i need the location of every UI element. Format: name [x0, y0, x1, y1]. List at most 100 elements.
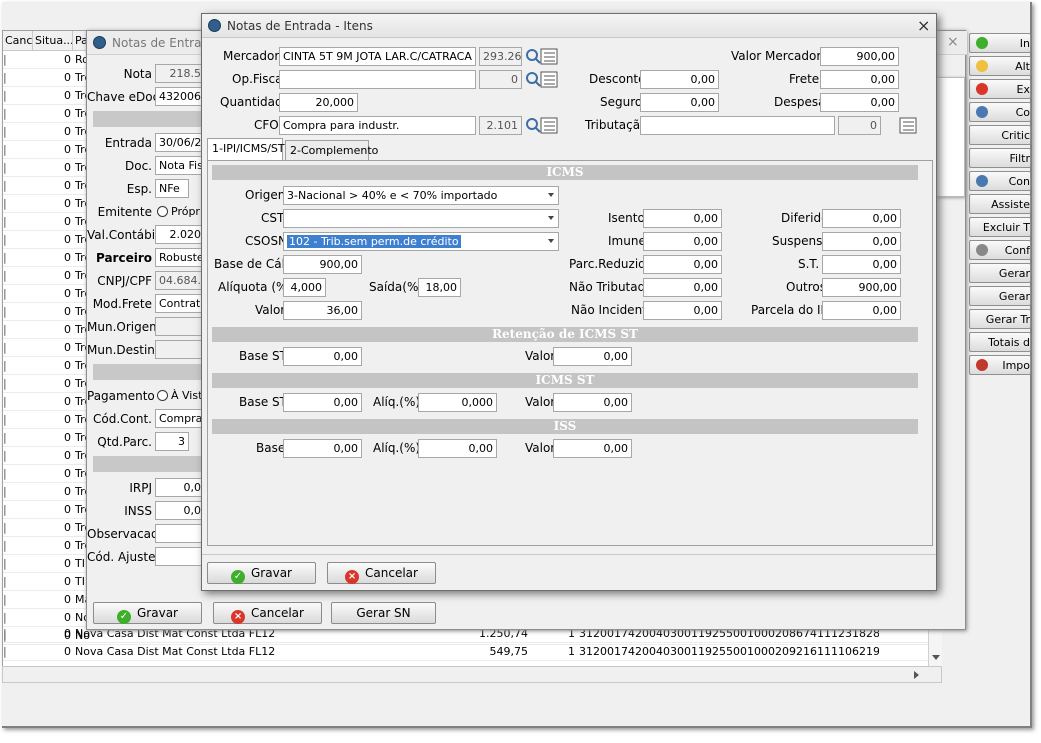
- qtd-parc-field[interactable]: 3: [155, 432, 189, 451]
- mod-frete-field[interactable]: Contrata: [155, 294, 205, 313]
- tributacao-field[interactable]: [640, 116, 835, 135]
- quantidade-field[interactable]: 20,000: [279, 93, 358, 112]
- dialog-cancelar-button[interactable]: × Cancelar: [327, 562, 436, 584]
- gerar-sn-button[interactable]: Gerar SN: [331, 602, 436, 624]
- st-base-st-field[interactable]: 0,00: [283, 393, 362, 412]
- tributacao-code-field[interactable]: 0: [838, 116, 881, 135]
- side-button-9[interactable]: Conf: [969, 240, 1031, 260]
- ret-valor-field[interactable]: 0,00: [553, 347, 632, 366]
- frete-field[interactable]: 0,00: [820, 70, 899, 89]
- isento-field[interactable]: 0,00: [643, 209, 722, 228]
- scroll-down-icon[interactable]: [932, 655, 940, 660]
- aliquota-field[interactable]: 4,000: [283, 278, 326, 297]
- cod-ajuste-field[interactable]: [155, 547, 205, 566]
- parcela-ipi-field[interactable]: 0,00: [822, 301, 901, 320]
- despesa-field[interactable]: 0,00: [820, 93, 899, 112]
- gravar-button[interactable]: ✓ Gravar: [93, 602, 202, 624]
- base-calc-field[interactable]: 900,00: [283, 255, 362, 274]
- close-icon[interactable]: ×: [917, 16, 930, 35]
- seguro-field[interactable]: 0,00: [640, 93, 719, 112]
- side-button-4[interactable]: Critic: [969, 125, 1031, 145]
- scroll-right-icon[interactable]: [914, 671, 919, 679]
- imune-field[interactable]: 0,00: [643, 232, 722, 251]
- ret-base-st-field[interactable]: 0,00: [283, 347, 362, 366]
- canc-cell: |: [3, 359, 7, 372]
- parceiro-cell: Nova Casa Dist Mat Const Ltda FL12: [75, 645, 276, 658]
- cancelar-button[interactable]: × Cancelar: [213, 602, 322, 624]
- side-button-13[interactable]: Totais d: [969, 332, 1031, 352]
- valor-field[interactable]: 36,00: [283, 301, 362, 320]
- table-row[interactable]: | 0 Nova Casa Dist Mat Const Ltda FL12 549,…: [3, 643, 943, 661]
- desconto-field[interactable]: 0,00: [640, 70, 719, 89]
- outros-field[interactable]: 900,00: [822, 278, 901, 297]
- irpj-field[interactable]: 0,0: [155, 478, 205, 497]
- cfo-field[interactable]: Compra para industr.: [279, 116, 476, 135]
- close-icon[interactable]: ×: [947, 34, 959, 50]
- chave-edoc-label: Chave eDoc: [87, 90, 160, 104]
- pagamento-radio[interactable]: [157, 390, 168, 401]
- parceiro-field[interactable]: Robustec: [155, 248, 205, 267]
- mercadoria-field[interactable]: CINTA 5T 9M JOTA LAR.C/CATRACA: [279, 47, 476, 66]
- side-button-1[interactable]: Alt: [969, 56, 1031, 76]
- diferido-field[interactable]: 0,00: [822, 209, 901, 228]
- side-button-0[interactable]: In: [969, 33, 1031, 53]
- side-button-10[interactable]: Gerar: [969, 263, 1031, 283]
- situacao-cell: 0: [64, 539, 71, 552]
- mercadoria-code-field[interactable]: 293.264: [479, 47, 522, 66]
- side-button-6[interactable]: Con: [969, 171, 1031, 191]
- observacao-label: Observacao: [87, 527, 159, 541]
- side-button-5[interactable]: Filtr: [969, 148, 1031, 168]
- cst-select[interactable]: [283, 209, 559, 228]
- val-contabil-field[interactable]: 2.020: [155, 225, 205, 244]
- csosn-select[interactable]: 102 - Trib.sem perm.de crédito: [283, 232, 559, 251]
- nao-incidente-field[interactable]: 0,00: [643, 301, 722, 320]
- doc-field[interactable]: Nota Fisc: [155, 156, 205, 175]
- side-button-2[interactable]: Ex: [969, 79, 1031, 99]
- op-fiscal-field[interactable]: [279, 70, 476, 89]
- esp-field[interactable]: NFe: [155, 179, 189, 198]
- iss-aliq-field[interactable]: 0,00: [418, 439, 497, 458]
- search-icon[interactable]: [522, 70, 560, 89]
- side-button-11[interactable]: Gerar: [969, 286, 1031, 306]
- side-button-12[interactable]: Gerar Tr: [969, 309, 1031, 329]
- tab-ipi-icms-st[interactable]: 1-IPI/ICMS/ST: [207, 138, 285, 160]
- list-icon[interactable]: [881, 116, 919, 135]
- column-header-situacao[interactable]: Situa...: [33, 31, 73, 51]
- st-field[interactable]: 0,00: [822, 255, 901, 274]
- chave-cell: 3120017420040300119255001000209216111106…: [579, 645, 879, 658]
- cfo-code-field[interactable]: 2.101: [479, 116, 522, 135]
- side-button-3[interactable]: Co: [969, 102, 1031, 122]
- cnpj-cpf-field[interactable]: 04.684.6: [155, 271, 205, 290]
- observacao-field[interactable]: [155, 524, 205, 543]
- nota-field[interactable]: 218.5: [155, 64, 205, 83]
- dialog-gravar-button[interactable]: ✓ Gravar: [207, 562, 316, 584]
- iss-valor-field[interactable]: 0,00: [553, 439, 632, 458]
- origem-select[interactable]: 3-Nacional > 40% e < 70% importado: [283, 186, 559, 205]
- suspenso-field[interactable]: 0,00: [822, 232, 901, 251]
- iss-base-field[interactable]: 0,00: [283, 439, 362, 458]
- mun-origem-field[interactable]: [155, 317, 205, 336]
- mun-destino-field[interactable]: [155, 340, 205, 359]
- st-aliq-field[interactable]: 0,000: [418, 393, 497, 412]
- emitente-radio[interactable]: [157, 206, 168, 217]
- nao-tributado-field[interactable]: 0,00: [643, 278, 722, 297]
- inss-field[interactable]: 0,0: [155, 501, 205, 520]
- st-valor-field[interactable]: 0,00: [553, 393, 632, 412]
- saida-field[interactable]: 18,00: [418, 278, 461, 297]
- grid-horizontal-scrollbar[interactable]: [2, 666, 942, 683]
- side-button-7[interactable]: Assiste: [969, 194, 1031, 214]
- side-button-label: Con: [1008, 175, 1030, 188]
- cod-cont-field[interactable]: Compras: [155, 409, 205, 428]
- column-header-canc[interactable]: Canc.: [3, 31, 33, 51]
- search-icon[interactable]: [522, 116, 560, 135]
- op-fiscal-code-field[interactable]: 0: [479, 70, 522, 89]
- search-icon[interactable]: [522, 47, 560, 66]
- side-button-8[interactable]: Excluir T: [969, 217, 1031, 237]
- entrada-field[interactable]: 30/06/20: [155, 133, 205, 152]
- valor-mercadorias-field[interactable]: 900,00: [820, 47, 899, 66]
- chave-edoc-field[interactable]: 4320060: [155, 87, 205, 106]
- parc-reduzida-field[interactable]: 0,00: [643, 255, 722, 274]
- situacao-cell: 0: [64, 611, 71, 624]
- tab-complemento[interactable]: 2-Complemento: [285, 140, 378, 160]
- side-button-14[interactable]: Impo: [969, 355, 1031, 375]
